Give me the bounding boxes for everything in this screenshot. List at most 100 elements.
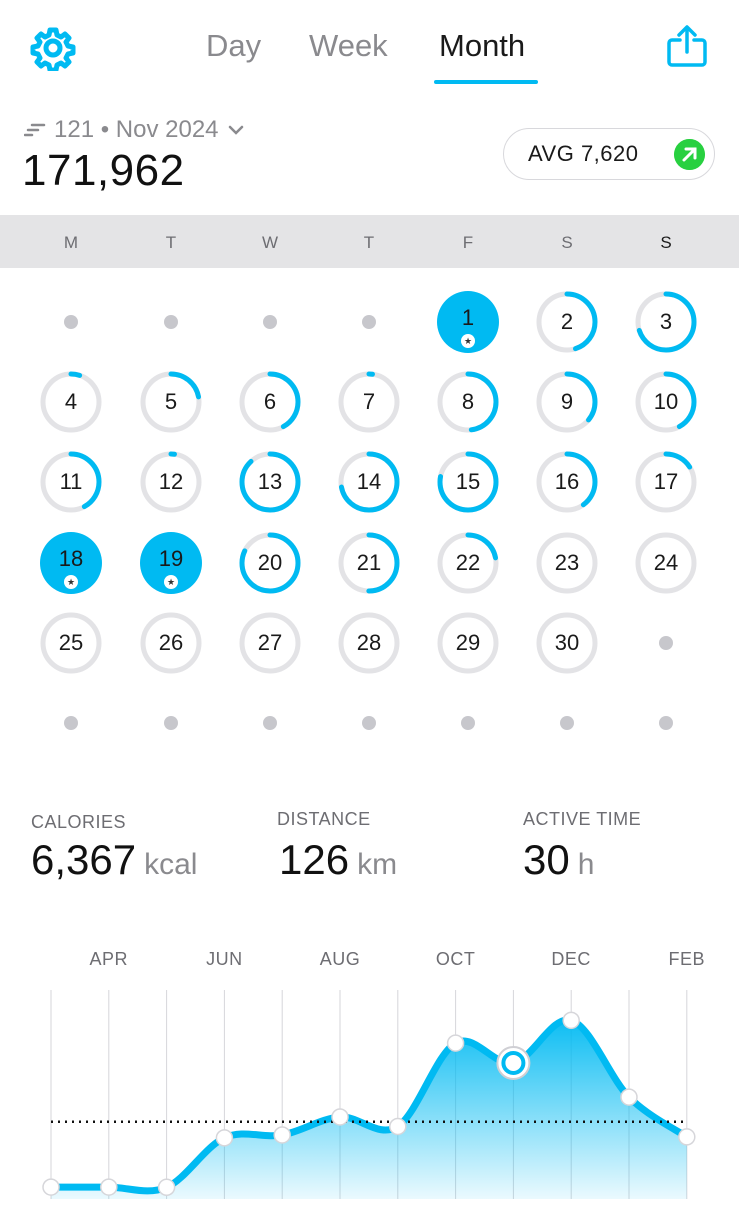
calendar-day[interactable]: 25: [39, 611, 103, 675]
day-number: 14: [356, 469, 382, 494]
day-number: 30: [554, 630, 580, 655]
chart-month-label: AUG: [319, 949, 361, 969]
calendar-day[interactable]: 6: [238, 370, 302, 434]
chart-point: [100, 1178, 118, 1196]
day-number: 17: [653, 469, 679, 494]
chart-point: [562, 1011, 580, 1030]
calendar-day[interactable]: 16: [535, 450, 599, 514]
day-number: 3: [659, 309, 673, 334]
day-number: 25: [58, 630, 84, 655]
active-time-stat: 30 h: [523, 836, 594, 884]
calendar-day[interactable]: 12: [139, 450, 203, 514]
goal-star-icon: ★: [64, 575, 78, 589]
weekday-label: M: [63, 233, 79, 252]
day-number: 2: [560, 309, 574, 334]
chart-area: [51, 1019, 687, 1199]
calendar-day[interactable]: 7: [337, 370, 401, 434]
total-steps: 171,962: [22, 146, 185, 195]
chart-point: [620, 1088, 638, 1106]
active-time-label: ACTIVE TIME: [523, 809, 642, 829]
calendar-day[interactable]: 5: [139, 370, 203, 434]
calendar-day[interactable]: 3: [634, 290, 698, 354]
empty-day-dot: [263, 315, 277, 329]
calendar-day[interactable]: 23: [535, 531, 599, 595]
calendar-day[interactable]: 14: [337, 450, 401, 514]
lines-icon: [24, 123, 46, 137]
chart-point: [273, 1126, 291, 1144]
day-number: 27: [257, 630, 283, 655]
day-number: 5: [164, 389, 178, 414]
calendar-day[interactable]: 20: [238, 531, 302, 595]
calendar-day[interactable]: 30: [535, 611, 599, 675]
calories-unit: kcal: [144, 848, 198, 881]
calendar-day[interactable]: 27: [238, 611, 302, 675]
distance-label: DISTANCE: [277, 809, 371, 829]
tab-week[interactable]: Week: [309, 28, 388, 64]
calendar-day[interactable]: 17: [634, 450, 698, 514]
share-icon[interactable]: [666, 24, 708, 68]
empty-day-dot: [362, 315, 376, 329]
calendar-day[interactable]: 11: [39, 450, 103, 514]
empty-day-dot: [362, 716, 376, 730]
day-number: 7: [362, 389, 376, 414]
period-selector[interactable]: 121 • Nov 2024: [24, 116, 245, 144]
empty-day-dot: [164, 716, 178, 730]
empty-day-dot: [461, 716, 475, 730]
weekday-label: F: [462, 233, 474, 252]
weekday-label: T: [363, 233, 375, 252]
calendar-day[interactable]: 10: [634, 370, 698, 434]
empty-day-dot: [560, 716, 574, 730]
empty-day-dot: [659, 636, 673, 650]
day-number: 22: [455, 550, 481, 575]
calendar-day[interactable]: 21: [337, 531, 401, 595]
day-number: 4: [64, 389, 78, 414]
empty-day-dot: [64, 716, 78, 730]
day-number: 11: [59, 469, 83, 494]
chevron-down-icon: [228, 125, 243, 135]
calories-label: CALORIES: [31, 812, 127, 832]
calendar-day[interactable]: 8: [436, 370, 500, 434]
calendar-day[interactable]: 19 ★: [139, 531, 203, 595]
calendar-day[interactable]: 4: [39, 370, 103, 434]
calendar-day[interactable]: 2: [535, 290, 599, 354]
chart-point: [157, 1178, 176, 1197]
steps-trend-chart[interactable]: [0, 985, 739, 1214]
empty-day-dot: [164, 315, 178, 329]
tab-month[interactable]: Month: [439, 28, 525, 64]
calendar-day[interactable]: 29: [436, 611, 500, 675]
chart-point: [331, 1108, 349, 1126]
weekday-label: T: [165, 233, 177, 252]
day-number: 28: [356, 630, 382, 655]
day-number: 10: [653, 389, 679, 414]
empty-day-dot: [263, 716, 277, 730]
calendar-day[interactable]: 13: [238, 450, 302, 514]
calendar-day[interactable]: 9: [535, 370, 599, 434]
calories-stat: 6,367 kcal: [31, 836, 197, 884]
empty-day-dot: [659, 716, 673, 730]
day-number: 20: [257, 550, 283, 575]
chart-point: [389, 1117, 407, 1136]
calendar-day[interactable]: 28: [337, 611, 401, 675]
average-pill[interactable]: AVG 7,620: [503, 128, 715, 180]
chart-point: [446, 1034, 465, 1052]
calendar-day[interactable]: 15: [436, 450, 500, 514]
gear-icon[interactable]: [30, 25, 76, 71]
calendar-day[interactable]: 18 ★: [39, 531, 103, 595]
chart-month-label: APR: [89, 949, 129, 969]
day-number: 8: [461, 389, 475, 414]
calendar-day[interactable]: 22: [436, 531, 500, 595]
tab-day[interactable]: Day: [206, 28, 261, 64]
calendar-day[interactable]: 1 ★: [436, 290, 500, 354]
average-label: AVG 7,620: [528, 141, 639, 166]
weekday-label: S: [660, 233, 672, 252]
calendar-day[interactable]: 26: [139, 611, 203, 675]
chart-month-label: DEC: [551, 949, 591, 969]
goal-star-icon: ★: [461, 334, 475, 348]
chart-point: [42, 1178, 60, 1196]
weekday-label: W: [261, 233, 279, 252]
day-number: 29: [455, 630, 481, 655]
chart-month-label: FEB: [668, 949, 706, 969]
calendar-day[interactable]: 24: [634, 531, 698, 595]
day-number: 24: [653, 550, 679, 575]
day-number: 12: [158, 469, 184, 494]
